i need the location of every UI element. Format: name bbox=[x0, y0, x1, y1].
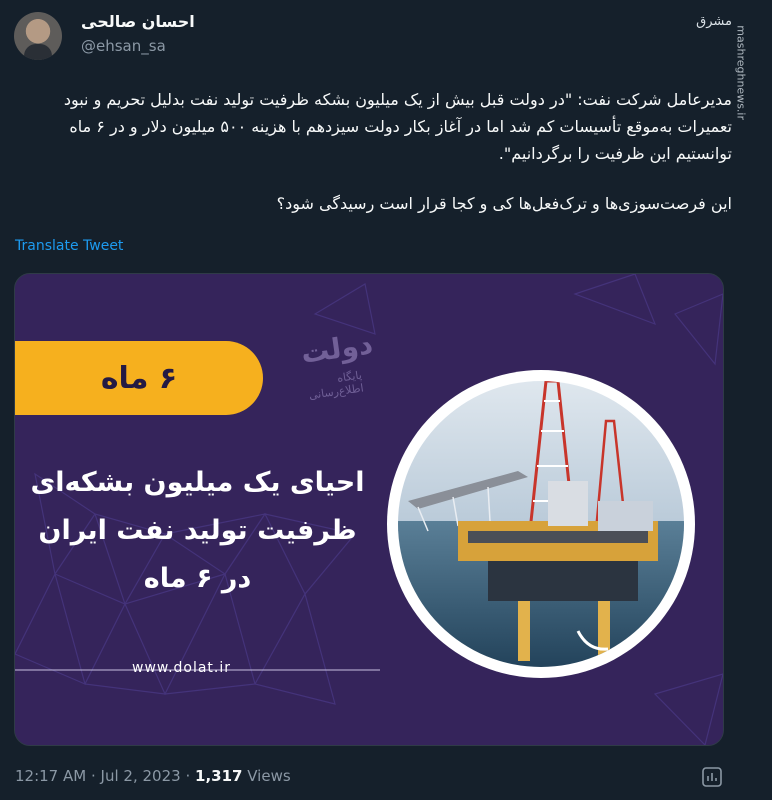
mashregh-logo: مشرق bbox=[696, 14, 732, 29]
translate-tweet-link[interactable]: Translate Tweet bbox=[15, 238, 123, 254]
headline-line: ظرفیت تولید نفت ایران bbox=[38, 515, 357, 546]
tweet-date[interactable]: Jul 2, 2023 bbox=[101, 767, 181, 785]
view-analytics-icon[interactable] bbox=[700, 765, 724, 789]
card-headline: احیای یک میلیون بشکه‌ای ظرفیت تولید نفت … bbox=[25, 459, 370, 603]
meta-separator: · bbox=[185, 767, 191, 785]
duration-badge-text: ۶ ماه bbox=[100, 360, 178, 396]
meta-separator: · bbox=[90, 767, 96, 785]
views-count: 1,317 bbox=[195, 767, 243, 785]
author-name[interactable]: احسان صالحی bbox=[81, 12, 195, 31]
tweet-media-card[interactable]: ۶ ماه دولت پایگاه اطلاع‌رسانی احیای یک م… bbox=[14, 273, 724, 746]
watermark-text: mashreghnews.ir bbox=[735, 25, 748, 120]
tweet-paragraph: مدیرعامل شرکت نفت: "در دولت قبل بیش از ی… bbox=[63, 90, 732, 163]
avatar[interactable] bbox=[14, 12, 62, 60]
views-label: Views bbox=[247, 767, 291, 785]
oil-platform-photo bbox=[398, 381, 684, 667]
source-watermark: mashreghnews.ir bbox=[735, 0, 770, 800]
author-handle[interactable]: @ehsan_sa bbox=[81, 37, 166, 55]
tweet-meta: 12:17 AM · Jul 2, 2023 · 1,317 Views bbox=[15, 767, 291, 785]
duration-badge: ۶ ماه bbox=[15, 341, 263, 415]
headline-line: در ۶ ماه bbox=[143, 563, 252, 594]
card-website: www.dolat.ir bbox=[132, 660, 232, 676]
tweet-time[interactable]: 12:17 AM bbox=[15, 767, 86, 785]
tweet-text: مدیرعامل شرکت نفت: "در دولت قبل بیش از ی… bbox=[16, 86, 732, 217]
tweet-paragraph: این فرصت‌سوزی‌ها و ترک‌فعل‌ها کی و کجا ق… bbox=[276, 194, 732, 213]
headline-line: احیای یک میلیون بشکه‌ای bbox=[30, 467, 365, 498]
